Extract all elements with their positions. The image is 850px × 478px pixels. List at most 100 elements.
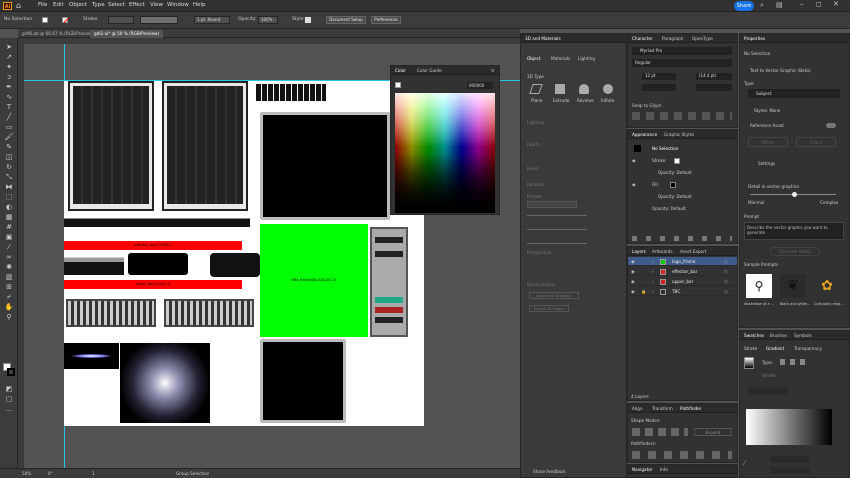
export-3d-button[interactable]: Export as 3D object [529,292,579,299]
symbol-sprayer-icon[interactable]: ✺ [4,263,14,271]
rectangle-tool-icon[interactable]: ▭ [4,123,14,131]
stroke-color-swatch[interactable] [674,158,680,164]
share-button[interactable]: Share [734,1,754,11]
tab-asset-export[interactable]: Asset Export [680,249,707,254]
inflate-icon[interactable] [603,84,613,94]
tab-document-2[interactable]: gdl2.ai* @ 50 % (RGB/Preview) [90,30,164,38]
sample-bird-icon[interactable]: ❦ [780,274,806,298]
rotation-angle[interactable]: 0° [48,471,53,476]
detail-slider[interactable] [750,192,836,197]
blend-icon[interactable]: ∞ [4,253,14,261]
gradient-type-buttons[interactable] [780,359,810,365]
fill-swatch[interactable] [42,17,48,23]
properties-title[interactable]: Properties [744,36,765,41]
maximize-icon[interactable]: □ [816,1,822,8]
eye-icon[interactable]: ◉ [631,269,635,274]
settings-label[interactable]: Settings [758,161,775,166]
paintbrush-icon[interactable]: 🖌 [4,133,14,141]
rotate-icon[interactable]: ↻ [4,163,14,171]
effects-button[interactable]: Effects [748,137,788,147]
expand-chevron-icon[interactable]: › [652,269,654,274]
extrude-icon[interactable] [555,84,565,94]
target-icon[interactable]: ○ [724,289,728,294]
tab-color-guide[interactable]: Color Guide [417,68,442,73]
document-setup-button[interactable]: Document Setup [326,16,366,24]
gradient-icon[interactable]: ▣ [4,233,14,241]
gradient-angle-field[interactable] [748,387,788,394]
more-tools-icon[interactable]: … [4,405,14,413]
appearance-fill[interactable]: Fill: [652,182,659,187]
search-icon[interactable]: ⌕ [760,1,764,10]
shape-builder-icon[interactable]: ◐ [4,203,14,211]
eye-icon-fill[interactable]: ◉ [632,182,636,187]
generate-button[interactable]: Generate (Beta) [770,247,820,256]
sub-tab-transparency[interactable]: Transparency [794,346,822,351]
color-spectrum[interactable] [395,93,495,213]
tab-navigator[interactable]: Navigator [632,467,653,472]
rotation-slider-3[interactable] [527,243,587,244]
font-size-field[interactable]: 12 pt [642,73,676,80]
screen-mode-icon[interactable]: ▢ [4,395,14,403]
style-swatch[interactable] [305,17,311,23]
menu-effect[interactable]: Effect [129,2,145,8]
hex-field[interactable]: 000000 [467,82,493,89]
text-to-vector-header[interactable]: Text to Vector Graphic (Beta) [750,68,811,73]
draw-mode-icon[interactable]: ◩ [4,385,14,393]
slice-icon[interactable]: ⌿ [4,293,14,301]
layer-name[interactable]: logo_frame [672,259,695,264]
eyedropper-icon-gradient[interactable]: ⁄ [744,459,745,467]
lighting-section[interactable]: Lighting [527,120,544,125]
tab-paragraph[interactable]: Paragraph [662,36,683,41]
appearance-opacity-2[interactable]: Opacity: Default [658,194,692,199]
styles-label[interactable]: Styles: None [754,108,780,113]
appearance-opacity-1[interactable]: Opacity: Default [658,170,692,175]
pathfinder-buttons[interactable] [632,451,732,459]
sub-tab-lighting[interactable]: Lighting [578,56,595,61]
free-transform-icon[interactable]: ⬚ [4,193,14,201]
appearance-footer-icons[interactable] [632,236,732,241]
kerning-field[interactable] [696,84,732,91]
artboard[interactable]: effector_bar(0,0)00,0 upper_bar(0,0)00,0… [64,81,424,426]
app-logo[interactable]: Ai [3,2,12,10]
layer-row[interactable]: ◉ › logo_frame ○ [628,257,737,266]
type-dropdown[interactable]: Subject [748,89,840,98]
font-style-field[interactable]: Regular [632,59,732,67]
rotation-section[interactable]: Rotation [527,182,545,187]
preferences-button[interactable]: Preferences [371,16,401,24]
snap-glyph-icons[interactable] [632,112,732,120]
lock-icon[interactable]: 🔒 [641,289,646,295]
tab-opentype[interactable]: OpenType [692,36,713,41]
eye-icon[interactable]: ◉ [631,289,635,294]
pen-tool-icon[interactable]: ✒ [4,83,14,91]
tracking-field[interactable] [642,84,676,91]
menu-type[interactable]: Type [92,2,105,8]
line-tool-icon[interactable]: ╱ [4,113,14,121]
tab-pathfinder[interactable]: Pathfinder [680,406,701,411]
tab-graphic-styles[interactable]: Graphic Styles [664,132,694,137]
layer-row[interactable]: ◉ 🔒 › TBC ○ [628,287,737,296]
eye-icon[interactable]: ◉ [631,259,635,264]
layer-name[interactable]: effector_bar [672,269,697,274]
tab-appearance[interactable]: Appearance [632,132,657,137]
sub-tab-stroke[interactable]: Stroke [744,346,757,351]
expand-chevron-icon[interactable]: › [652,279,654,284]
curvature-icon[interactable]: ∿ [4,93,14,101]
location-field-gradient[interactable] [770,467,810,474]
appearance-stroke[interactable]: Stroke: [652,158,667,163]
menu-view[interactable]: View [150,2,163,8]
expand-button[interactable]: Expand [694,428,732,436]
fill-stroke-widget[interactable] [3,363,15,377]
target-icon[interactable]: ○ [724,259,728,264]
appearance-opacity-3[interactable]: Opacity: Default [652,206,686,211]
layer-row[interactable]: ◉ › effector_bar ○ [628,267,737,276]
plane-icon[interactable] [529,84,543,94]
color-mode-swatch[interactable] [395,82,401,88]
sample-dragon-icon[interactable]: ✿ [814,274,840,298]
expand-chevron-icon[interactable]: › [652,259,654,264]
presets-dropdown[interactable] [527,201,577,208]
close-icon[interactable]: ✕ [833,0,839,8]
tab-align[interactable]: Align [632,406,643,411]
tab-character[interactable]: Character [632,36,653,41]
share-feedback-link[interactable]: Share feedback [533,469,566,474]
mesh-icon[interactable]: # [4,223,14,231]
